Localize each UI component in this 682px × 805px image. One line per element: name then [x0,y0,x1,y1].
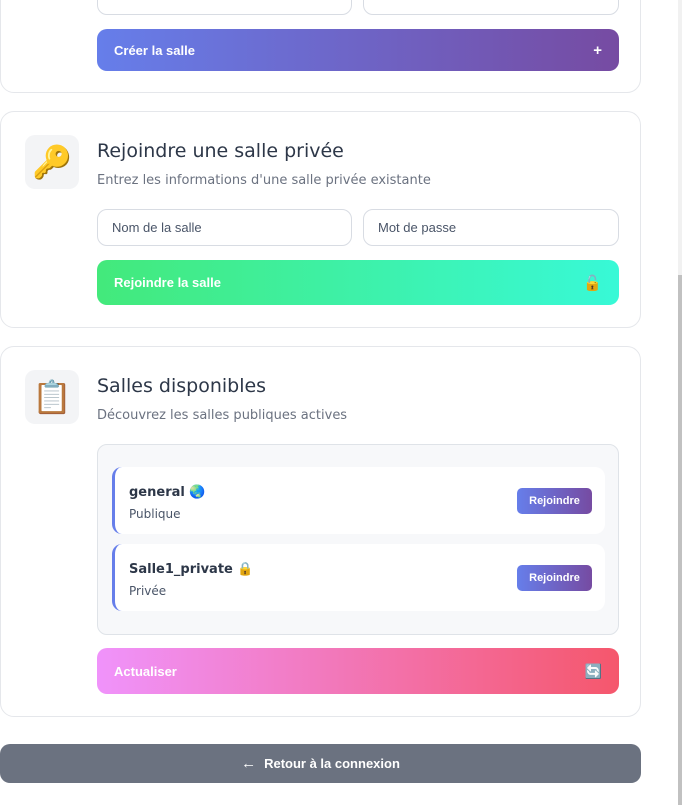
join-section-title: Rejoindre une salle privée [97,140,344,162]
lock-icon: 🔒 [237,562,254,577]
arrow-left-icon: ← [241,755,257,772]
unlock-icon: 🔓 [583,274,602,292]
join-room-general-button[interactable]: Rejoindre [517,488,592,514]
create-room-card: Créer la salle + [0,0,641,93]
refresh-button[interactable]: Actualiser 🔄 [97,648,619,694]
create-room-password-input[interactable] [363,0,619,15]
password-input[interactable]: Mot de passe [363,209,619,246]
clipboard-icon: 📋 [25,370,79,424]
room-type: Publique [129,507,181,521]
join-room-button-label: Rejoindre la salle [114,275,221,290]
available-section-title: Salles disponibles [97,375,267,397]
available-section-subtitle: Découvrez les salles publiques actives [97,408,348,423]
room-list: general 🌏 Publique Rejoindre Salle1_priv… [97,444,619,635]
scrollbar-thumb[interactable] [678,275,682,805]
globe-icon: 🌏 [189,485,206,500]
room-name-input[interactable]: Nom de la salle [97,209,352,246]
room-name: general 🌏 [129,485,206,500]
join-private-room-card: 🔑 Rejoindre une salle privée Entrez les … [0,111,641,328]
join-room-salle1-private-button[interactable]: Rejoindre [517,565,592,591]
plus-icon: + [593,41,602,59]
join-room-button[interactable]: Rejoindre la salle 🔓 [97,260,619,305]
list-item-room-salle1-private: Salle1_private 🔒 Privée Rejoindre [112,544,605,611]
create-room-button[interactable]: Créer la salle + [97,29,619,71]
back-button-label: Retour à la connexion [264,756,400,771]
back-to-login-button[interactable]: ← Retour à la connexion [0,744,641,783]
create-room-name-input[interactable] [97,0,352,15]
join-section-subtitle: Entrez les informations d'une salle priv… [97,173,431,188]
refresh-button-label: Actualiser [114,663,177,679]
available-rooms-card: 📋 Salles disponibles Découvrez les salle… [0,346,641,717]
create-room-button-label: Créer la salle [114,42,195,58]
room-type: Privée [129,584,167,598]
key-icon: 🔑 [25,135,79,189]
room-name-placeholder: Nom de la salle [112,220,202,235]
list-item-room-general: general 🌏 Publique Rejoindre [112,467,605,534]
password-placeholder: Mot de passe [378,220,457,235]
refresh-icon: 🔄 [584,662,602,679]
room-name: Salle1_private 🔒 [129,562,254,577]
